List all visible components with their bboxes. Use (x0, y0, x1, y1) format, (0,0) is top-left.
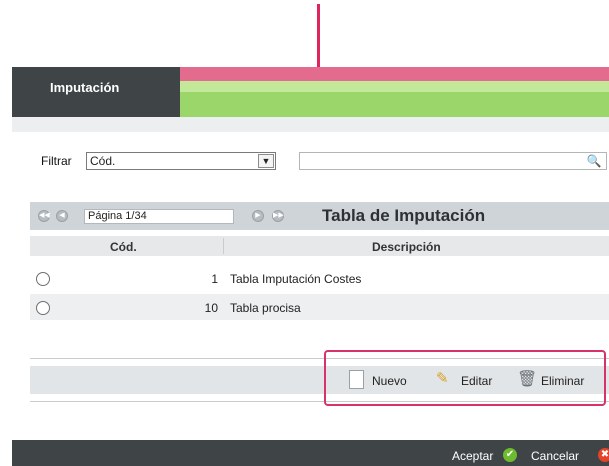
cell-code: 10 (204, 301, 218, 315)
page-title: Imputación (50, 80, 120, 95)
filter-label: Filtrar (41, 154, 72, 168)
accept-button[interactable]: Aceptar (452, 449, 493, 463)
chevron-down-icon[interactable]: ▼ (258, 154, 274, 168)
page-indicator: Página 1/34 (84, 209, 234, 224)
header-accent-pink (180, 67, 609, 81)
last-page-icon[interactable]: ▶▶ (272, 210, 284, 222)
header-accent-lightgreen (180, 81, 609, 92)
column-divider (223, 238, 224, 254)
search-input[interactable] (299, 152, 607, 170)
prev-page-icon[interactable]: ◀ (56, 210, 68, 222)
header-accent-green (180, 92, 609, 117)
table-title: Tabla de Imputación (322, 206, 486, 225)
filter-select-value: Cód. (90, 154, 116, 168)
cell-description: Tabla Imputación Costes (230, 272, 362, 286)
footer-bar (12, 440, 609, 466)
close-icon[interactable]: ✖ (598, 448, 609, 462)
first-page-icon[interactable]: ◀◀ (38, 210, 50, 222)
cell-description: Tabla procisa (230, 301, 301, 315)
check-icon[interactable]: ✔ (503, 448, 517, 462)
annotation-highlight-box (324, 350, 606, 406)
search-icon[interactable]: 🔍 (585, 153, 603, 169)
cell-code: 1 (211, 272, 218, 286)
cancel-button[interactable]: Cancelar (531, 449, 579, 463)
column-header-code[interactable]: Cód. (110, 240, 137, 254)
column-header-description[interactable]: Descripción (372, 240, 441, 254)
next-page-icon[interactable]: ▶ (252, 210, 264, 222)
content-top-strip (12, 117, 609, 132)
